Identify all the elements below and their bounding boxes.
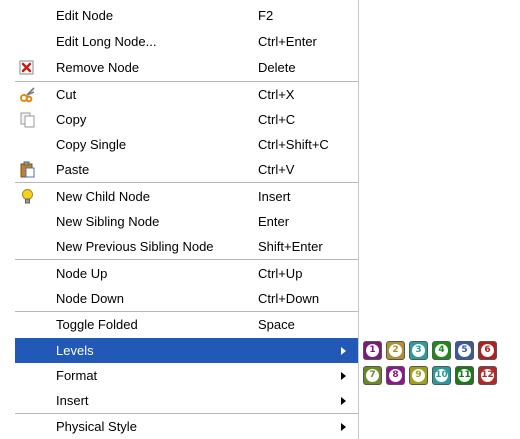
menu-separator	[15, 182, 358, 183]
level-3-button[interactable]: 3	[409, 341, 428, 360]
menu-item-label: Node Up	[56, 266, 108, 281]
level-number: 4	[438, 345, 445, 355]
level-number: 12	[481, 370, 494, 380]
menu-item-shortcut: Ctrl+Enter	[258, 34, 317, 49]
menu-item-label: New Sibling Node	[56, 214, 160, 229]
menu-item-physical-style[interactable]: Physical Style	[15, 414, 358, 439]
menu-item-shortcut: Space	[258, 317, 295, 332]
menu-item-paste[interactable]: Paste Ctrl+V	[15, 157, 358, 182]
lightbulb-icon	[19, 188, 36, 205]
menu-item-new-child-node[interactable]: New Child Node Insert	[15, 184, 358, 209]
menu-item-node-up[interactable]: Node Up Ctrl+Up	[15, 261, 358, 286]
menu-item-label: Edit Node	[56, 8, 114, 23]
menu-item-shortcut: Ctrl+Down	[258, 291, 320, 306]
copy-icon	[19, 111, 36, 128]
submenu-arrow-icon	[341, 423, 346, 431]
level-1-button[interactable]: 1	[363, 341, 382, 360]
level-9-button[interactable]: 9	[409, 366, 428, 385]
context-menu: Edit Node F2 Edit Long Node... Ctrl+Ente…	[15, 0, 359, 439]
menu-item-shortcut: Ctrl+Shift+C	[258, 137, 329, 152]
menu-item-toggle-folded[interactable]: Toggle Folded Space	[15, 312, 358, 337]
menu-item-shortcut: Shift+Enter	[258, 239, 323, 254]
level-8-button[interactable]: 8	[386, 366, 405, 385]
level-6-button[interactable]: 6	[478, 341, 497, 360]
menu-item-remove-node[interactable]: Remove Node Delete	[15, 55, 358, 80]
level-4-button[interactable]: 4	[432, 341, 451, 360]
menu-item-label: Insert	[56, 393, 89, 408]
menu-item-shortcut: F2	[258, 8, 274, 23]
paste-icon	[19, 161, 36, 178]
menu-item-new-previous-sibling-node[interactable]: New Previous Sibling Node Shift+Enter	[15, 234, 358, 259]
menu-item-new-sibling-node[interactable]: New Sibling Node Enter	[15, 209, 358, 234]
menu-item-shortcut: Ctrl+Up	[258, 266, 303, 281]
menu-item-label: Format	[56, 368, 98, 383]
level-5-button[interactable]: 5	[455, 341, 474, 360]
level-number: 1	[369, 345, 376, 355]
menu-item-shortcut: Ctrl+C	[258, 112, 296, 127]
menu-item-label: Edit Long Node...	[56, 34, 157, 49]
menu-item-levels[interactable]: Levels	[15, 338, 358, 363]
level-number: 8	[392, 370, 399, 380]
menu-item-node-down[interactable]: Node Down Ctrl+Down	[15, 286, 358, 311]
menu-separator	[15, 259, 358, 260]
menu-item-label: Toggle Folded	[56, 317, 138, 332]
menu-item-shortcut: Delete	[258, 60, 296, 75]
level-12-button[interactable]: 12	[478, 366, 497, 385]
level-number: 3	[415, 345, 422, 355]
scissors-icon	[19, 86, 36, 103]
menu-item-shortcut: Ctrl+V	[258, 162, 295, 177]
level-10-button[interactable]: 10	[432, 366, 451, 385]
submenu-arrow-icon	[341, 347, 346, 355]
level-2-button[interactable]: 2	[386, 341, 405, 360]
level-number: 6	[484, 345, 491, 355]
menu-item-label: Node Down	[56, 291, 124, 306]
level-number: 9	[415, 370, 422, 380]
remove-icon	[19, 59, 36, 76]
menu-item-shortcut: Ctrl+X	[258, 87, 295, 102]
level-7-button[interactable]: 7	[363, 366, 382, 385]
menu-item-shortcut: Enter	[258, 214, 290, 229]
menu-item-label: Remove Node	[56, 60, 140, 75]
menu-item-copy[interactable]: Copy Ctrl+C	[15, 107, 358, 132]
menu-item-label: Levels	[56, 343, 94, 358]
menu-item-label: Copy Single	[56, 137, 127, 152]
level-number: 11	[458, 370, 471, 380]
menu-item-edit-node[interactable]: Edit Node F2	[15, 3, 358, 28]
level-number: 2	[392, 345, 399, 355]
menu-item-label: Physical Style	[56, 419, 137, 434]
submenu-arrow-icon	[341, 372, 346, 380]
menu-item-edit-long-node[interactable]: Edit Long Node... Ctrl+Enter	[15, 29, 358, 54]
menu-item-cut[interactable]: Cut Ctrl+X	[15, 82, 358, 107]
submenu-arrow-icon	[341, 397, 346, 405]
menu-item-copy-single[interactable]: Copy Single Ctrl+Shift+C	[15, 132, 358, 157]
level-number: 7	[369, 370, 376, 380]
menu-item-label: Copy	[56, 112, 87, 127]
level-number: 10	[435, 370, 448, 380]
menu-item-insert[interactable]: Insert	[15, 388, 358, 413]
menu-item-label: New Child Node	[56, 189, 150, 204]
menu-item-label: Paste	[56, 162, 90, 177]
menu-item-format[interactable]: Format	[15, 363, 358, 388]
level-number: 5	[461, 345, 468, 355]
menu-item-shortcut: Insert	[258, 189, 291, 204]
levels-submenu: 1 2 3 4 5 6 7 8 9 10 11 12	[361, 337, 520, 389]
menu-item-label: Cut	[56, 87, 77, 102]
menu-item-label: New Previous Sibling Node	[56, 239, 214, 254]
level-11-button[interactable]: 11	[455, 366, 474, 385]
